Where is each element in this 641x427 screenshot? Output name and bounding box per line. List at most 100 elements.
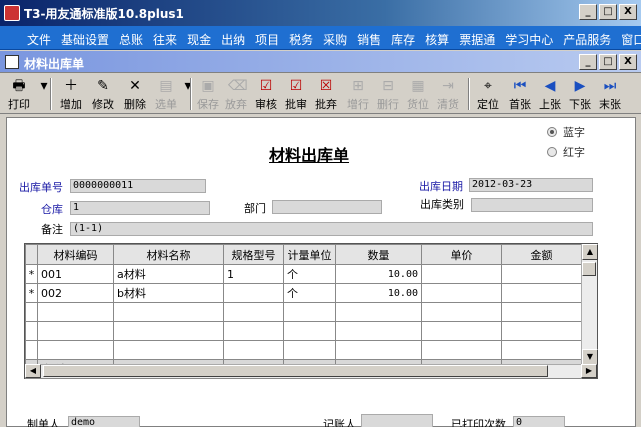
col-header-amount[interactable]: 金额 (501, 244, 582, 265)
next-record-button[interactable]: ▶ 下张 (566, 77, 594, 111)
menu-purchase[interactable]: 采购 (318, 31, 352, 48)
cell-amount[interactable] (501, 264, 582, 284)
col-header-quantity[interactable]: 数量 (335, 244, 422, 265)
col-header-material-name[interactable]: 材料名称 (113, 244, 224, 265)
table-row[interactable]: * 002 b材料 个 10.00 (25, 283, 582, 303)
delete-row-button[interactable]: ⊟ 删行 (374, 77, 402, 111)
red-entry-radio[interactable]: 红字 (547, 144, 585, 160)
cell-unit[interactable]: 个 (283, 264, 336, 284)
previous-record-icon: ◀ (544, 78, 556, 94)
menu-accounts[interactable]: 往来 (148, 31, 182, 48)
menu-project[interactable]: 项目 (250, 31, 284, 48)
add-row-button[interactable]: ⊞ 增行 (344, 77, 372, 111)
col-header-material-code[interactable]: 材料编码 (37, 244, 114, 265)
discard-button[interactable]: ⌫ 放弃 (222, 77, 250, 111)
toolbar: 🖶 打印 ▾ ＋ 增加 ✎ 修改 ✕ 删除 ▤ 选单 ▾ ▣ 保存 ⌫ 放弃 ☑… (0, 74, 641, 114)
menu-invoice[interactable]: 票据通 (454, 31, 500, 48)
cell-spec[interactable]: 1 (223, 264, 284, 284)
add-button[interactable]: ＋ 增加 (56, 77, 86, 111)
menu-inventory[interactable]: 库存 (386, 31, 420, 48)
doc-no-label: 出库单号 (19, 181, 63, 194)
printer-icon: 🖶 (12, 78, 26, 94)
col-header-spec[interactable]: 规格型号 (223, 244, 284, 265)
maker-field: demo (68, 416, 140, 427)
last-record-icon: ⏭ (603, 78, 617, 94)
form-title: 材料出库单 (269, 146, 350, 165)
scroll-up-icon[interactable]: ▲ (582, 244, 598, 260)
table-row-empty[interactable] (25, 340, 582, 360)
cell-unit-price[interactable] (421, 283, 502, 303)
grid-vertical-scrollbar[interactable]: ▲ ▼ (581, 244, 598, 365)
table-row-empty[interactable] (25, 302, 582, 322)
menu-general-ledger[interactable]: 总账 (114, 31, 148, 48)
horizontal-scroll-thumb[interactable] (43, 365, 548, 377)
doc-no-field[interactable]: 0000000011 (70, 179, 206, 193)
row-marker-header (25, 244, 38, 265)
menu-learning[interactable]: 学习中心 (500, 31, 558, 48)
locate-button[interactable]: ⌖ 定位 (474, 77, 502, 111)
grid-horizontal-scrollbar[interactable]: ◀ ▶ (25, 364, 597, 378)
menu-window[interactable]: 窗口 (616, 31, 641, 48)
scroll-right-icon[interactable]: ▶ (581, 364, 597, 378)
department-field[interactable] (272, 200, 382, 214)
menu-costing[interactable]: 核算 (420, 31, 454, 48)
menu-cashier[interactable]: 出纳 (216, 31, 250, 48)
col-header-unit-price[interactable]: 单价 (421, 244, 502, 265)
edit-button[interactable]: ✎ 修改 (88, 77, 118, 111)
cell-unit[interactable]: 个 (283, 283, 336, 303)
batch-audit-button[interactable]: ☑ 批审 (282, 77, 310, 111)
doc-close-button[interactable]: X (619, 54, 637, 70)
menu-product-service[interactable]: 产品服务 (558, 31, 616, 48)
menu-file[interactable]: 文件 (22, 31, 56, 48)
clear-goods-button[interactable]: ⇥ 清货 (434, 77, 462, 111)
minimize-button[interactable]: _ (579, 4, 597, 20)
location-button[interactable]: ▦ 货位 (404, 77, 432, 111)
cell-material-code[interactable]: 001 (37, 264, 114, 284)
last-record-button[interactable]: ⏭ 末张 (596, 77, 624, 111)
cell-amount[interactable] (501, 283, 582, 303)
audit-button[interactable]: ☑ 审核 (252, 77, 280, 111)
issue-category-field[interactable] (471, 198, 593, 212)
material-line-grid: 材料编码 材料名称 规格型号 计量单位 数量 单价 金额 * 001 a材料 1… (24, 243, 598, 379)
select-bill-button[interactable]: ▤ 选单 (152, 77, 180, 111)
select-bill-dropdown-button[interactable]: ▾ (180, 77, 191, 111)
vertical-scroll-thumb[interactable] (582, 262, 596, 276)
print-dropdown-button[interactable]: ▾ (36, 77, 47, 111)
menu-tax[interactable]: 税务 (284, 31, 318, 48)
cell-quantity[interactable]: 10.00 (335, 283, 422, 303)
batch-discard-button[interactable]: ☒ 批弃 (312, 77, 340, 111)
cell-spec[interactable] (223, 283, 284, 303)
cell-material-name[interactable]: a材料 (113, 264, 224, 284)
document-icon (5, 55, 19, 69)
cell-material-name[interactable]: b材料 (113, 283, 224, 303)
close-button[interactable]: X (619, 4, 637, 20)
first-record-button[interactable]: ⏮ 首张 (506, 77, 534, 111)
cell-material-code[interactable]: 002 (37, 283, 114, 303)
clear-goods-icon: ⇥ (442, 78, 454, 94)
note-field[interactable]: (1-1) (70, 222, 593, 236)
print-button[interactable]: 🖶 打印 (4, 77, 34, 111)
delete-icon: ✕ (129, 78, 141, 94)
warehouse-field[interactable]: 1 (70, 201, 210, 215)
doc-minimize-button[interactable]: _ (579, 54, 597, 70)
row-marker: * (25, 283, 38, 303)
doc-maximize-button[interactable]: □ (599, 54, 617, 70)
menu-cash[interactable]: 现金 (182, 31, 216, 48)
add-row-icon: ⊞ (352, 78, 364, 94)
table-row-empty[interactable] (25, 321, 582, 341)
bookkeeper-field (361, 414, 433, 427)
issue-date-field[interactable]: 2012-03-23 (469, 178, 593, 192)
save-button[interactable]: ▣ 保存 (194, 77, 222, 111)
cell-unit-price[interactable] (421, 264, 502, 284)
scroll-left-icon[interactable]: ◀ (25, 364, 41, 378)
table-row[interactable]: * 001 a材料 1 个 10.00 (25, 264, 582, 284)
menu-basic-settings[interactable]: 基础设置 (56, 31, 114, 48)
menu-sales[interactable]: 销售 (352, 31, 386, 48)
delete-button[interactable]: ✕ 删除 (120, 77, 150, 111)
maximize-button[interactable]: □ (599, 4, 617, 20)
scroll-down-icon[interactable]: ▼ (582, 349, 598, 365)
cell-quantity[interactable]: 10.00 (335, 264, 422, 284)
col-header-unit[interactable]: 计量单位 (283, 244, 336, 265)
previous-record-button[interactable]: ◀ 上张 (536, 77, 564, 111)
blue-entry-radio[interactable]: 蓝字 (547, 124, 585, 140)
